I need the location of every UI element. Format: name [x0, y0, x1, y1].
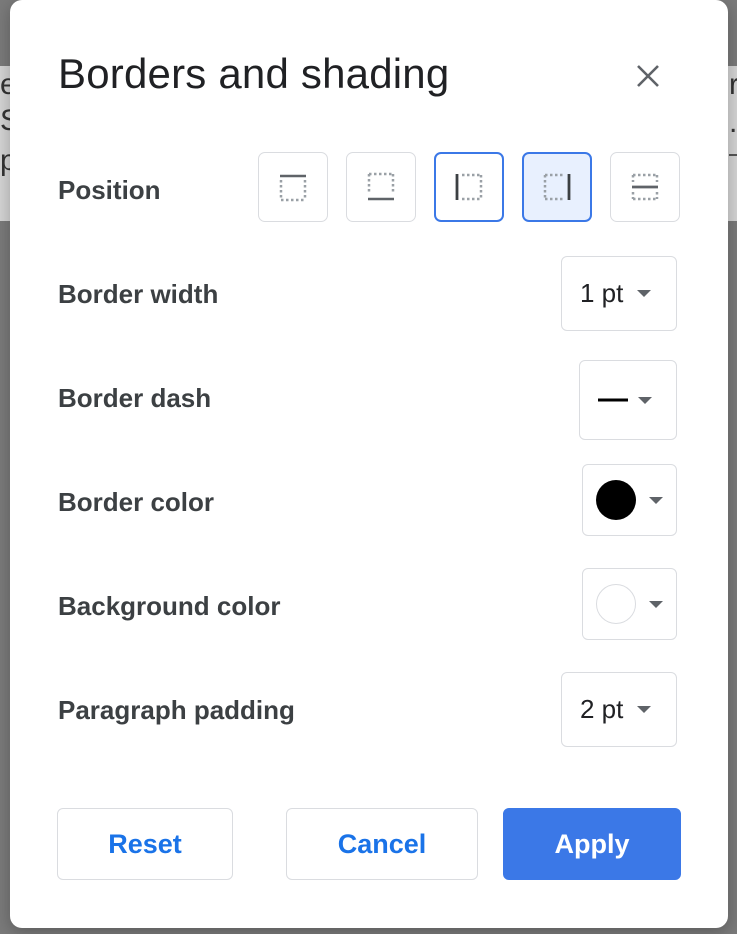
paragraph-padding-dropdown[interactable]: 2 pt: [561, 672, 677, 747]
close-icon: [637, 65, 659, 87]
border-color-dropdown[interactable]: [582, 464, 677, 536]
border-dash-dropdown[interactable]: [579, 360, 677, 440]
dialog-title: Borders and shading: [58, 50, 450, 97]
position-label: Position: [58, 175, 161, 205]
color-swatch: [596, 584, 636, 624]
border-left-button[interactable]: [434, 152, 504, 222]
border-bottom-button[interactable]: [346, 152, 416, 222]
chevron-down-icon: [649, 496, 663, 504]
background-color-dropdown[interactable]: [582, 568, 677, 640]
background-line: [729, 154, 737, 156]
border-width-dropdown[interactable]: 1 pt: [561, 256, 677, 331]
chevron-down-icon: [637, 290, 652, 297]
solid-line-icon: [598, 398, 628, 402]
border-width-value: 1 pt: [580, 278, 624, 308]
border-top-button[interactable]: [258, 152, 328, 222]
background-color-label: Background color: [58, 591, 281, 621]
chevron-down-icon: [637, 706, 652, 713]
background-text: r: [729, 68, 737, 101]
cancel-button[interactable]: Cancel: [286, 808, 478, 880]
border-dash-label: Border dash: [58, 383, 212, 413]
paragraph-padding-value: 2 pt: [580, 694, 624, 724]
chevron-down-icon: [638, 396, 652, 404]
border-between-icon: [631, 173, 659, 201]
close-button[interactable]: [628, 56, 668, 96]
border-bottom-icon: [367, 172, 395, 201]
border-color-label: Border color: [58, 487, 215, 517]
border-between-button[interactable]: [610, 152, 680, 222]
background-text: .: [729, 106, 737, 139]
border-left-icon: [455, 173, 483, 201]
border-width-label: Border width: [58, 279, 219, 309]
color-swatch: [596, 480, 636, 520]
chevron-down-icon: [649, 600, 663, 608]
apply-button[interactable]: Apply: [503, 808, 681, 880]
reset-button[interactable]: Reset: [57, 808, 233, 880]
border-top-icon: [279, 174, 307, 202]
paragraph-padding-label: Paragraph padding: [58, 695, 295, 725]
borders-and-shading-dialog: Borders and shading Position Border widt…: [10, 0, 728, 928]
border-right-icon: [543, 173, 571, 201]
border-right-button[interactable]: [522, 152, 592, 222]
